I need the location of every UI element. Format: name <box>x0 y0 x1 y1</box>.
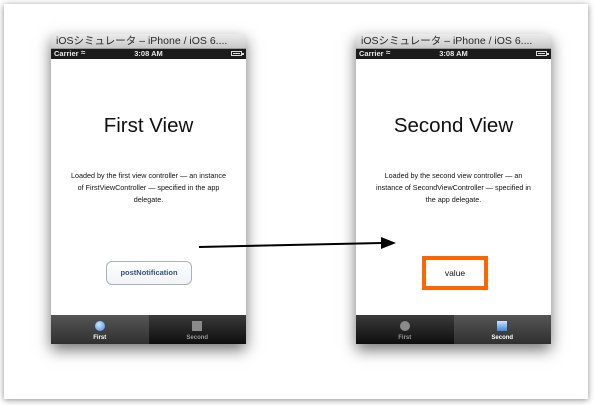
arrow-head-icon <box>381 237 396 249</box>
screenshot-frame: iOSシミュレータ – iPhone / iOS 6.... Carrier ≈… <box>4 4 588 399</box>
arrow-line <box>198 242 383 248</box>
notification-arrow <box>198 237 396 249</box>
